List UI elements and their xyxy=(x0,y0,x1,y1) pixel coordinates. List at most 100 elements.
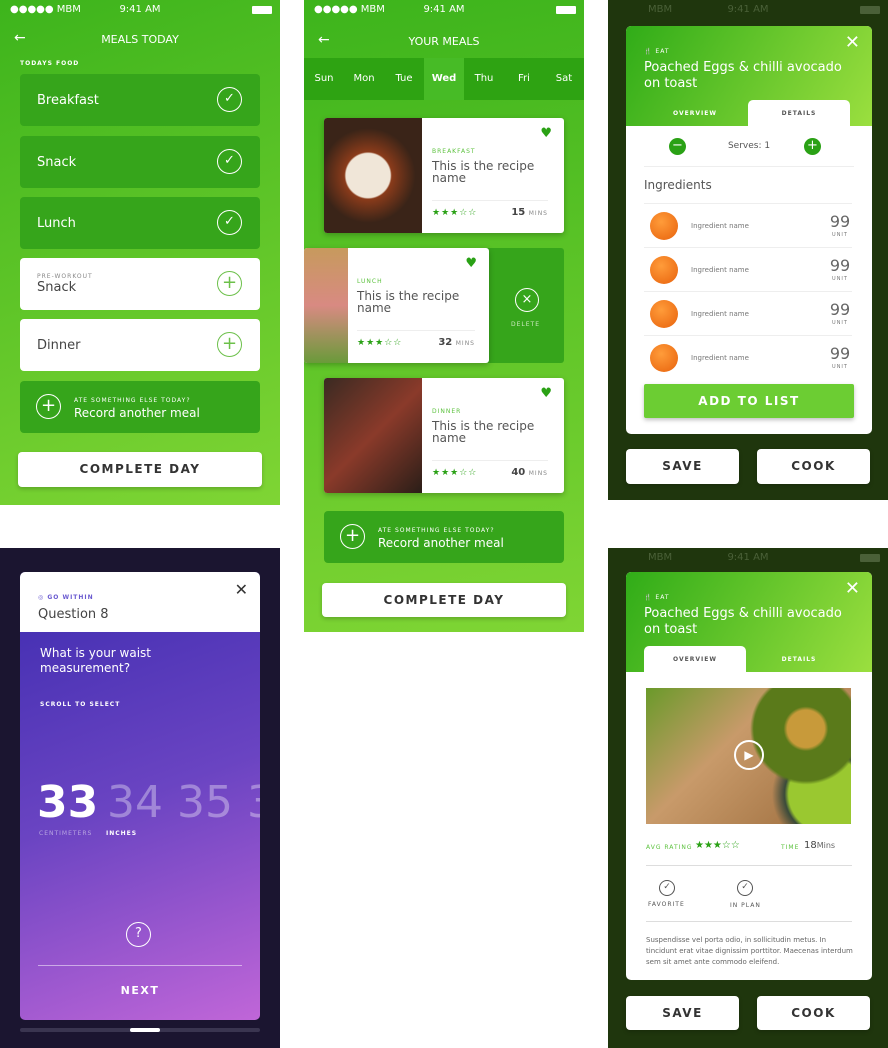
battery-icon xyxy=(252,6,272,14)
recipe-card[interactable]: ♥ LUNCH This is the recipe name ★★★☆☆ 32… xyxy=(304,248,489,363)
recipe-card[interactable]: ♥ DINNER This is the recipe name ★★★☆☆ 4… xyxy=(324,378,564,493)
battery-icon xyxy=(556,6,576,14)
status-bar: MBM 9:41 AM xyxy=(608,4,888,18)
picker-value-selected[interactable]: 33 xyxy=(37,777,98,828)
heart-icon[interactable]: ♥ xyxy=(540,386,552,401)
cutlery-icon: 🍴 xyxy=(644,48,653,55)
cook-button[interactable]: COOK xyxy=(757,996,870,1030)
check-icon: ✓ xyxy=(217,87,242,112)
question-number: Question 8 xyxy=(38,607,109,622)
tab-details[interactable]: DETAILS xyxy=(748,100,850,126)
tab-overview[interactable]: OVERVIEW xyxy=(644,100,746,126)
in-plan-check-icon[interactable]: ✓ xyxy=(737,880,753,896)
page-scrollbar[interactable] xyxy=(20,1028,260,1032)
picker-value[interactable]: 3 xyxy=(247,777,260,828)
ingredient-row: Ingredient name 99 UNIT xyxy=(644,203,852,247)
orange-image xyxy=(650,300,678,328)
help-icon[interactable]: ? xyxy=(126,922,151,947)
picker-value[interactable]: 34 xyxy=(107,777,163,828)
ingredient-row: Ingredient name 99 UNIT xyxy=(644,335,852,379)
unit-centimeters[interactable]: CENTIMETERS xyxy=(39,830,92,837)
plus-icon: + xyxy=(36,394,61,419)
ingredients-heading: Ingredients xyxy=(644,178,712,192)
tab-sun[interactable]: Sun xyxy=(304,58,344,100)
ingredient-row: Ingredient name 99 UNIT xyxy=(644,291,852,335)
plus-button[interactable]: + xyxy=(804,138,821,155)
cook-button[interactable]: COOK xyxy=(757,449,870,484)
orange-image xyxy=(650,212,678,240)
play-icon[interactable]: ▶ xyxy=(734,740,764,770)
unit-inches[interactable]: INCHES xyxy=(106,830,137,837)
meal-row-dinner[interactable]: Dinner + xyxy=(20,319,260,371)
status-bar: ●●●●● MBM 9:41 AM xyxy=(0,4,280,18)
your-meals-screen: ●●●●● MBM 9:41 AM ← YOUR MEALS Sun Mon Tu… xyxy=(304,0,584,632)
status-bar: MBM 9:41 AM xyxy=(608,552,888,566)
save-button[interactable]: SAVE xyxy=(626,996,739,1030)
battery-icon xyxy=(860,554,880,562)
serves-label: Serves: 1 xyxy=(727,141,771,151)
record-meal-button[interactable]: + ATE SOMETHING ELSE TODAY? Record another… xyxy=(20,381,260,433)
heart-icon[interactable]: ♥ xyxy=(465,256,477,271)
recipe-image xyxy=(324,378,422,493)
status-bar: ●●●●● MBM 9:41 AM xyxy=(304,4,584,18)
orange-image xyxy=(650,344,678,372)
page-title: MEALS TODAY xyxy=(101,33,179,46)
section-label: TODAYS FOOD xyxy=(20,60,80,67)
tab-tue[interactable]: Tue xyxy=(384,58,424,100)
recipe-image xyxy=(304,248,348,363)
recipe-details-screen: MBM 9:41 AM 🍴 EAT Poached Eggs & chilli a… xyxy=(608,0,888,500)
close-icon[interactable]: ✕ xyxy=(845,578,860,599)
day-tabs: Sun Mon Tue Wed Thu Fri Sat xyxy=(304,58,584,100)
question-modal: ◎ GO WITHIN Question 8 ✕ What is your wa… xyxy=(20,572,260,1020)
next-button[interactable]: NEXT xyxy=(20,984,260,997)
recipe-modal: 🍴 EAT Poached Eggs & chilli avocado on t… xyxy=(626,572,872,980)
star-rating: ★★★☆☆ xyxy=(432,468,478,478)
meals-today-screen: ●●●●● MBM 9:41 AM ← MEALS TODAY TODAYS FO… xyxy=(0,0,280,505)
tab-fri[interactable]: Fri xyxy=(504,58,544,100)
recipe-title: Poached Eggs & chilli avocado on toast xyxy=(644,60,842,91)
question-screen: ◎ GO WITHIN Question 8 ✕ What is your wa… xyxy=(0,548,280,1048)
recipe-overview-screen: MBM 9:41 AM 🍴 EAT Poached Eggs & chilli a… xyxy=(608,548,888,1048)
close-circle-icon: × xyxy=(515,288,539,312)
recipe-image xyxy=(324,118,422,233)
plus-icon: + xyxy=(217,271,242,296)
ingredient-row: Ingredient name 99 UNIT xyxy=(644,247,852,291)
recipe-card[interactable]: ♥ BREAKFAST This is the recipe name ★★★☆… xyxy=(324,118,564,233)
save-button[interactable]: SAVE xyxy=(626,449,739,484)
question-prompt: What is your waist measurement? xyxy=(40,646,151,675)
add-to-list-button[interactable]: ADD TO LIST xyxy=(644,384,854,418)
star-rating: ★★★☆☆ xyxy=(695,840,740,851)
page-title: YOUR MEALS xyxy=(408,35,480,48)
tab-overview[interactable]: OVERVIEW xyxy=(644,646,746,672)
meal-row-lunch[interactable]: Lunch ✓ xyxy=(20,197,260,249)
favorite-check-icon[interactable]: ✓ xyxy=(659,880,675,896)
check-icon: ✓ xyxy=(217,210,242,235)
plus-icon: + xyxy=(217,332,242,357)
plus-icon: + xyxy=(340,524,365,549)
star-rating: ★★★☆☆ xyxy=(432,208,478,218)
tab-thu[interactable]: Thu xyxy=(464,58,504,100)
battery-icon xyxy=(860,6,880,14)
complete-day-button[interactable]: COMPLETE DAY xyxy=(322,583,566,617)
meal-row-breakfast[interactable]: Breakfast ✓ xyxy=(20,74,260,126)
cutlery-icon: 🍴 xyxy=(644,594,653,601)
meal-row-snack[interactable]: Snack ✓ xyxy=(20,136,260,188)
check-icon: ✓ xyxy=(217,149,242,174)
picker-value[interactable]: 35 xyxy=(177,777,233,828)
record-meal-button[interactable]: + ATE SOMETHING ELSE TODAY? Record another… xyxy=(324,511,564,563)
star-rating: ★★★☆☆ xyxy=(357,338,403,348)
heart-icon[interactable]: ♥ xyxy=(540,126,552,141)
meal-row-preworkout-snack[interactable]: PRE-WORKOUT Snack + xyxy=(20,258,260,310)
tab-details[interactable]: DETAILS xyxy=(748,646,850,672)
tab-wed[interactable]: Wed xyxy=(424,58,464,100)
brand-logo-icon: ◎ xyxy=(38,594,45,601)
recipe-description: Suspendisse vel porta odio, in sollicitu… xyxy=(646,936,853,966)
tab-mon[interactable]: Mon xyxy=(344,58,384,100)
recipe-modal: 🍴 EAT Poached Eggs & chilli avocado on t… xyxy=(626,26,872,434)
tab-sat[interactable]: Sat xyxy=(544,58,584,100)
recipe-video-thumbnail[interactable]: ▶ xyxy=(646,688,851,824)
close-icon[interactable]: ✕ xyxy=(845,32,860,53)
orange-image xyxy=(650,256,678,284)
complete-day-button[interactable]: COMPLETE DAY xyxy=(18,452,262,487)
close-icon[interactable]: ✕ xyxy=(235,580,248,599)
